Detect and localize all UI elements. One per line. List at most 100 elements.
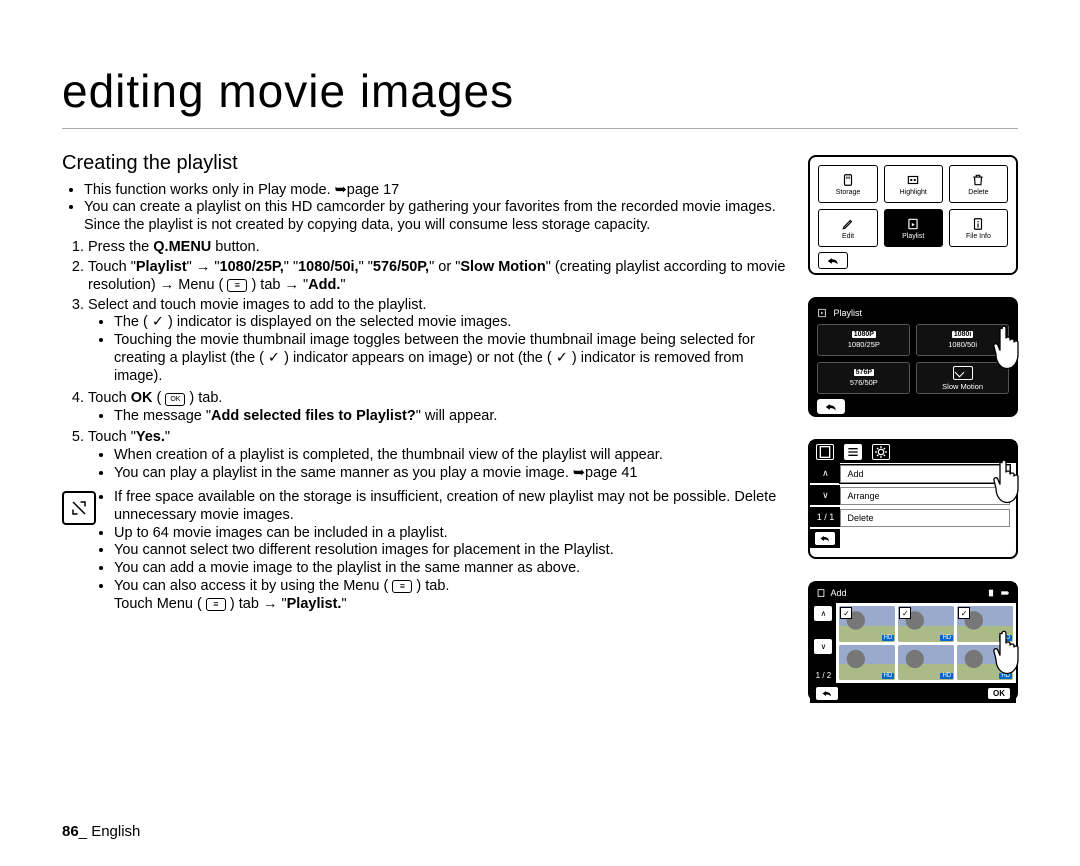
menu-add[interactable]: Add xyxy=(840,465,1010,483)
label: Storage xyxy=(836,189,861,196)
qmenu-grid: Storage Highlight Delete Edit xyxy=(818,165,1008,247)
sub-bullet: The message "Add selected files to Playl… xyxy=(114,408,786,426)
ok-icon: OK xyxy=(165,393,185,406)
label: Delete xyxy=(968,189,988,196)
s4-body: ∧ ∨ 1 / 2 ✓HD ✓HD ✓HD HD HD HD xyxy=(810,603,1016,683)
t: " or " xyxy=(429,259,460,275)
page-title: editing movie images xyxy=(62,64,1018,129)
step-4: Touch OK ( OK ) tab. The message "Add se… xyxy=(88,390,786,426)
ok-button[interactable]: OK xyxy=(988,688,1010,699)
intro-bullet: You can create a playlist on this HD cam… xyxy=(84,199,786,235)
t: 1080/25P, xyxy=(220,259,284,275)
menu-icon: ≡ xyxy=(392,580,412,593)
nav-up[interactable]: ∧ xyxy=(810,463,840,483)
t: Touch Menu ( xyxy=(114,596,206,612)
thumbnail[interactable]: ✓HD xyxy=(839,606,895,642)
qmenu-edit[interactable]: Edit xyxy=(818,209,877,247)
note-item: You cannot select two different resoluti… xyxy=(114,542,786,560)
tab-menu[interactable] xyxy=(844,444,862,460)
label: 576/50P xyxy=(850,378,878,387)
steps-list: Press the Q.MENU button. Touch "Playlist… xyxy=(66,239,786,483)
label: Playlist xyxy=(902,233,924,240)
thumbnail[interactable]: HD xyxy=(898,645,954,681)
t: Select and touch movie images to add to … xyxy=(88,297,427,313)
t: " xyxy=(341,596,346,612)
tab-playlist[interactable] xyxy=(816,444,834,460)
note-icon xyxy=(62,491,96,525)
trash-icon xyxy=(970,173,986,187)
s3-header xyxy=(810,441,1016,463)
hd-badge: HD xyxy=(940,673,953,679)
t: Add selected files to Playlist? xyxy=(211,408,416,424)
step-2: Touch "Playlist" → "1080/25P," "1080/50i… xyxy=(88,259,786,295)
qmenu-storage[interactable]: Storage xyxy=(818,165,877,203)
t: ) tab. xyxy=(412,578,449,594)
step4-sub: The message "Add selected files to Playl… xyxy=(114,408,786,426)
qmenu-playlist[interactable]: Playlist xyxy=(884,209,943,247)
tab-settings[interactable] xyxy=(872,444,890,460)
t: Playlist. xyxy=(287,596,342,612)
return-icon xyxy=(824,402,838,412)
menu-arrange[interactable]: Arrange xyxy=(840,487,1010,505)
qmenu-fileinfo[interactable]: File Info xyxy=(949,209,1008,247)
page-number: 86 xyxy=(62,823,79,840)
playlist-icon xyxy=(816,588,826,598)
qmenu-delete[interactable]: Delete xyxy=(949,165,1008,203)
info-icon xyxy=(970,217,986,231)
t: button. xyxy=(211,239,259,255)
note-item: You can also access it by using the Menu… xyxy=(114,578,786,614)
battery-icon xyxy=(1000,588,1010,598)
back-button[interactable] xyxy=(816,687,838,700)
label: Highlight xyxy=(900,189,927,196)
menu-delete[interactable]: Delete xyxy=(840,509,1010,527)
label: 1080/25P xyxy=(848,340,880,349)
back-button[interactable] xyxy=(818,252,848,269)
return-icon xyxy=(821,689,833,698)
t: " xyxy=(340,277,345,293)
hd-badge: HD xyxy=(940,635,953,641)
t: OK xyxy=(131,390,153,406)
back-button[interactable] xyxy=(817,399,845,414)
playlist-menu-screen: ∧Add ∨Arrange 1 / 1Delete xyxy=(808,439,1018,559)
nav-down[interactable]: ∨ xyxy=(810,485,840,505)
t: _ xyxy=(79,823,92,840)
t: ) tab → " xyxy=(226,596,287,612)
note-block: If free space available on the storage i… xyxy=(62,489,786,618)
sd-icon xyxy=(840,173,856,187)
opt-1080-25p[interactable]: 1080P1080/25P xyxy=(817,324,910,356)
page-footer: 86_ English xyxy=(62,823,140,840)
sub-bullet: The ( ✓ ) indicator is displayed on the … xyxy=(114,314,786,332)
hd-badge: HD xyxy=(882,673,895,679)
sub-bullet: You can play a playlist in the same mann… xyxy=(114,465,786,483)
t: 576/50P, xyxy=(373,259,429,275)
thumbnail[interactable]: ✓ HD xyxy=(898,606,954,642)
step-3: Select and touch movie images to add to … xyxy=(88,297,786,386)
t: Slow Motion xyxy=(460,259,545,275)
t: " " xyxy=(359,259,373,275)
t: ) tab. xyxy=(185,390,222,406)
back-button[interactable] xyxy=(810,529,840,548)
note-item: If free space available on the storage i… xyxy=(114,489,786,525)
pencil-icon xyxy=(840,217,856,231)
label: Add xyxy=(830,588,846,598)
add-thumbnails-screen: Add ∧ ∨ 1 / 2 ✓HD ✓HD xyxy=(808,581,1018,701)
page-indicator: 1 / 2 xyxy=(816,671,832,680)
t: Touch xyxy=(88,390,131,406)
s2-header: Playlist xyxy=(817,306,1009,320)
qmenu-highlight[interactable]: Highlight xyxy=(884,165,943,203)
nav-down[interactable]: ∨ xyxy=(814,639,832,654)
t: Touch " xyxy=(88,259,136,275)
return-icon xyxy=(819,534,831,543)
thumbnail[interactable]: HD xyxy=(839,645,895,681)
sub-bullet: Touching the movie thumbnail image toggl… xyxy=(114,332,786,385)
slowmo-icon xyxy=(953,366,973,380)
opt-576-50p[interactable]: 576P576/50P xyxy=(817,362,910,394)
film-icon xyxy=(905,173,921,187)
t: Yes. xyxy=(136,429,165,445)
section-title: Creating the playlist xyxy=(62,151,786,176)
sd-icon xyxy=(986,588,996,598)
nav-up[interactable]: ∧ xyxy=(814,606,832,621)
t: Touch " xyxy=(88,429,136,445)
check-icon: ✓ xyxy=(899,607,911,619)
t: ( xyxy=(152,390,165,406)
